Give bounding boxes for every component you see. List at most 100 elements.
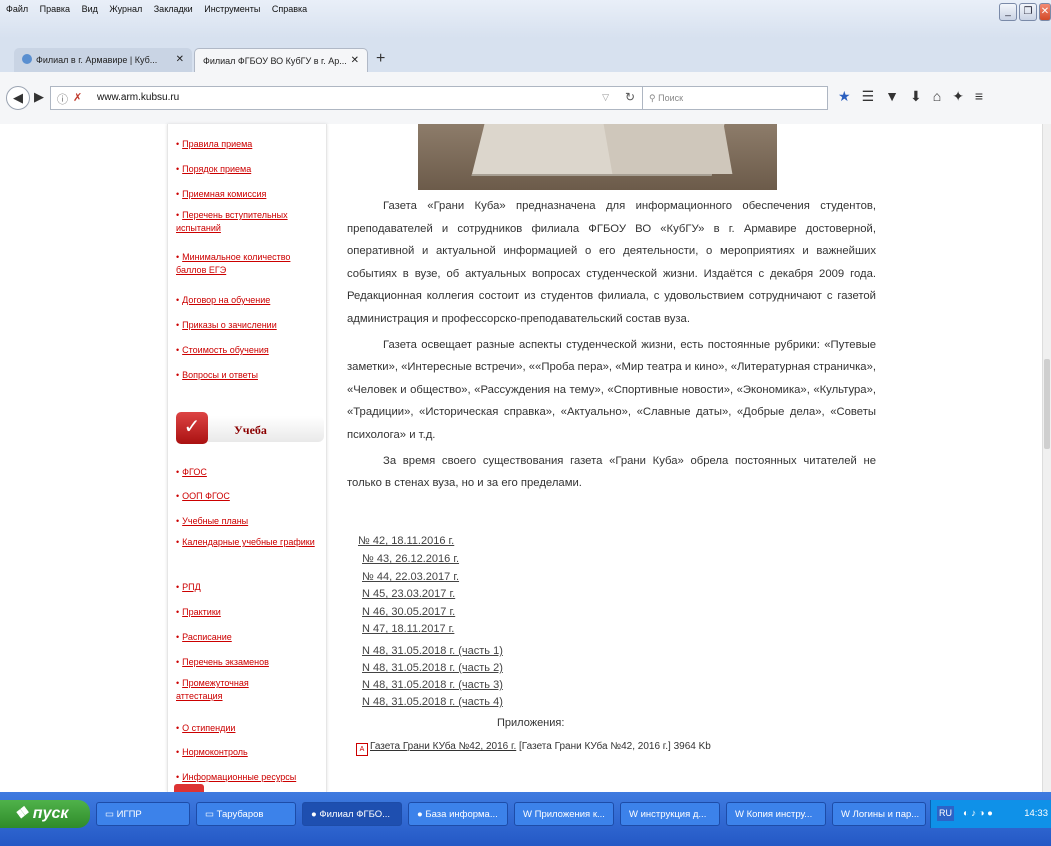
issue-link[interactable]: N 47, 18.11.2017 г. (362, 623, 454, 635)
firefox-icon: ● (417, 809, 423, 820)
sidebar-item[interactable]: • Правила приема (176, 138, 326, 151)
taskbar-button-word[interactable]: W Копия инстру... (726, 802, 826, 826)
taskbar-button-word[interactable]: W Приложения к... (514, 802, 614, 826)
clock[interactable]: 14:33 (1024, 800, 1048, 828)
sidebar-item[interactable]: • Порядок приема (176, 163, 326, 176)
restore-icon[interactable]: ❐ (1019, 3, 1037, 21)
system-tray: RU ◐ ♪ ◑ ● 14:33 (930, 800, 1051, 828)
tab-close-icon[interactable]: ✕ (176, 48, 184, 72)
start-label: пуск (32, 805, 69, 822)
menu-help[interactable]: Справка (272, 4, 307, 14)
tab-close-icon[interactable]: ✕ (351, 49, 359, 73)
search-input[interactable]: ⚲ Поиск (642, 86, 828, 110)
issue-link[interactable]: N 48, 31.05.2018 г. (часть 3) (362, 679, 503, 691)
search-icon: ⚲ (649, 93, 656, 103)
scrollbar-thumb[interactable] (1044, 359, 1050, 449)
download-icon[interactable]: ⬇ (910, 88, 922, 104)
reload-icon[interactable]: ↻ (625, 90, 635, 104)
issue-link[interactable]: N 48, 31.05.2018 г. (часть 4) (362, 696, 503, 708)
issue-link[interactable]: N 46, 30.05.2017 г. (362, 606, 455, 618)
appendix-label: Приложения: (497, 717, 565, 729)
back-arrow-icon[interactable]: ◀ (6, 86, 30, 110)
issue-link[interactable]: № 42, 18.11.2016 г. (358, 535, 454, 547)
sidebar-item[interactable]: • РПД (176, 581, 326, 594)
url-dropdown-icon[interactable]: ▽ (602, 92, 609, 103)
menu-tools[interactable]: Инструменты (204, 4, 260, 14)
menu-bar: Файл Правка Вид Журнал Закладки Инструме… (0, 0, 1051, 38)
issue-link[interactable]: N 48, 31.05.2018 г. (часть 2) (362, 662, 503, 674)
word-icon: W (629, 809, 638, 820)
pocket-icon[interactable]: ▼ (885, 88, 899, 104)
tab-first-label: Филиал в г. Армавире | Куб... (36, 55, 158, 65)
sidebar-item[interactable]: • Практики (176, 606, 326, 619)
tab-active[interactable]: Филиал ФГБОУ ВО КубГУ в г. Ар... ✕ (194, 48, 368, 72)
next-section-badge (174, 784, 204, 792)
issue-link[interactable]: N 45, 23.03.2017 г. (362, 588, 455, 600)
home-icon[interactable]: ⌂ (933, 88, 941, 104)
taskbar-button-folder[interactable]: ▭ Тарубаров (196, 802, 296, 826)
minimize-icon[interactable]: _ (999, 3, 1017, 21)
close-window-icon[interactable]: ✕ (1039, 3, 1051, 21)
tray-icons[interactable]: ◐ ♪ ◑ ● (963, 800, 993, 828)
menu-hamburger-icon[interactable]: ≡ (975, 88, 983, 104)
taskbar-button-folder[interactable]: ▭ ИГПР (96, 802, 190, 826)
new-tab-icon[interactable]: + (376, 50, 385, 68)
sidebar-item[interactable]: • Расписание (176, 631, 326, 644)
address-bar[interactable]: ⓘ ✗ www.arm.kubsu.ru ▽ ↻ (50, 86, 644, 110)
word-icon: W (841, 809, 850, 820)
taskbar-button-word[interactable]: W инструкция д... (620, 802, 720, 826)
taskbar-button-firefox[interactable]: ● Филиал ФГБО... (302, 802, 402, 826)
menu-file[interactable]: Файл (6, 4, 28, 14)
info-icon[interactable]: ⓘ (57, 91, 68, 107)
pdf-icon: A (356, 743, 368, 756)
sidebar-item[interactable]: • Информационные ресурсы (176, 771, 326, 784)
search-placeholder: Поиск (658, 93, 684, 103)
url-text[interactable]: www.arm.kubsu.ru (97, 92, 179, 103)
forward-arrow-icon[interactable]: ▶ (34, 89, 44, 105)
sidebar-item[interactable]: • Минимальное количество баллов ЕГЭ (176, 251, 318, 277)
article-text: Газета «Грани Куба» предназначена для ин… (347, 195, 876, 498)
sidebar-item[interactable]: • Промежуточная аттестация (176, 677, 296, 703)
start-button[interactable]: ❖ пуск (0, 800, 90, 828)
section-header-study: ✓ Учеба (168, 412, 326, 450)
sidebar-item[interactable]: • Календарные учебные графики (176, 536, 318, 549)
word-icon: W (735, 809, 744, 820)
taskbar-button-word[interactable]: W Логины и пар... (832, 802, 926, 826)
sidebar-item[interactable]: • Перечень вступительных испытаний (176, 209, 318, 235)
menu-view[interactable]: Вид (82, 4, 98, 14)
insecure-lock-icon[interactable]: ✗ (73, 91, 82, 104)
window-controls: _ ❐ ✕ (997, 1, 1051, 21)
bookmark-star-icon[interactable]: ★ (838, 88, 851, 104)
sidebar-item[interactable]: • О стипендии (176, 722, 326, 735)
issue-link[interactable]: № 44, 22.03.2017 г. (362, 571, 459, 583)
sidebar-item[interactable]: • Перечень экзаменов (176, 656, 326, 669)
taskbar-button-firefox[interactable]: ● База информа... (408, 802, 508, 826)
sidebar-item[interactable]: • Нормоконтроль (176, 746, 326, 759)
sidebar-item[interactable]: • Стоимость обучения (176, 344, 326, 357)
pdf-link[interactable]: Газета Грани КУба №42, 2016 г. (370, 741, 516, 752)
menu-history[interactable]: Журнал (109, 4, 142, 14)
sidebar-item[interactable]: • Вопросы и ответы (176, 369, 326, 382)
article-paragraph: Газета освещает разные аспекты студенчес… (347, 338, 876, 441)
sidebar-item[interactable]: • Приемная комиссия (176, 188, 326, 201)
issue-link[interactable]: № 43, 26.12.2016 г. (362, 553, 459, 565)
menu-bookmarks[interactable]: Закладки (154, 4, 193, 14)
pdf-meta: [Газета Грани КУба №42, 2016 г.] 3964 Kb (519, 741, 711, 752)
reading-list-icon[interactable]: ☰ (862, 88, 875, 104)
checkmark-icon: ✓ (176, 412, 208, 444)
language-indicator[interactable]: RU (937, 806, 954, 821)
folder-icon: ▭ (205, 809, 214, 820)
menu-edit[interactable]: Правка (40, 4, 70, 14)
sidebar-item[interactable]: • Учебные планы (176, 515, 326, 528)
sidebar-item[interactable]: • Приказы о зачислении (176, 319, 326, 332)
sidebar-item[interactable]: • ФГОС (176, 466, 326, 479)
tab-first[interactable]: Филиал в г. Армавире | Куб... ✕ (14, 48, 192, 72)
vertical-scrollbar[interactable] (1042, 124, 1051, 792)
taskbar: ❖ пуск ▭ ИГПР ▭ Тарубаров ● Филиал ФГБО.… (0, 792, 1051, 846)
site-favicon-icon (22, 54, 32, 64)
sidebar-item[interactable]: • ООП ФГОС (176, 490, 326, 503)
extension-icon[interactable]: ✦ (952, 88, 964, 104)
sidebar-item[interactable]: • Договор на обучение (176, 294, 326, 307)
newspaper-page (603, 124, 733, 174)
issue-link[interactable]: N 48, 31.05.2018 г. (часть 1) (362, 645, 503, 657)
